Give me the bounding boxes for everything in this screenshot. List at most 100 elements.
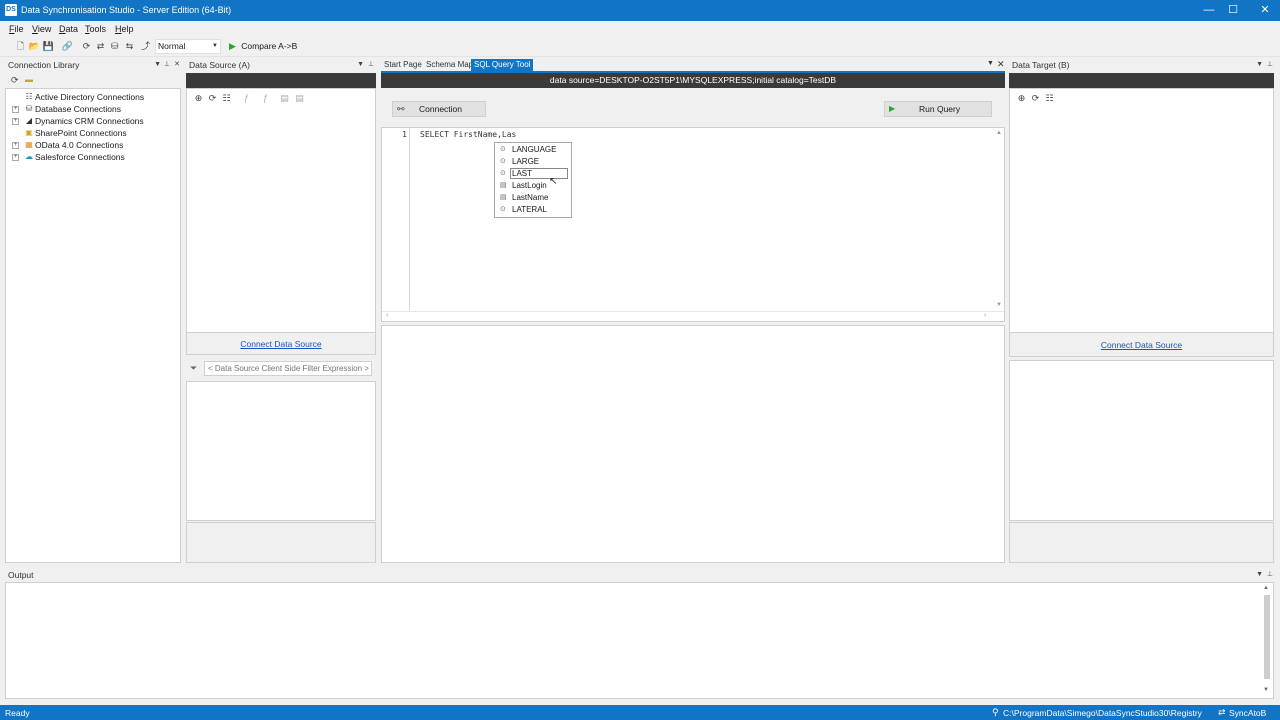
close-tab-icon[interactable]: ✕ — [997, 59, 1005, 70]
window-title: Data Synchronisation Studio - Server Edi… — [21, 5, 232, 15]
tab-sql-query-tool[interactable]: SQL Query Tool — [471, 59, 534, 71]
sync-direction[interactable]: SyncAtoB — [1229, 708, 1266, 718]
scroll-right-icon[interactable]: › — [984, 312, 986, 319]
output-header: Output ▼ ⊥ — [5, 569, 1274, 581]
pin-icon[interactable]: ⊥ — [368, 59, 374, 71]
connect-icon[interactable]: ⊕ — [192, 92, 205, 105]
mouse-cursor-icon: ↖ — [549, 176, 558, 187]
autocomplete-item-selected[interactable]: ⊙ LAST — [495, 168, 571, 180]
close-button[interactable]: ✕ — [1248, 0, 1280, 21]
new-icon[interactable]: 🗋 — [14, 40, 27, 53]
scroll-down-icon[interactable]: ▼ — [1263, 687, 1269, 693]
menu-view[interactable]: View — [32, 24, 51, 34]
panel-menu-icon[interactable]: ▼ — [1256, 569, 1263, 581]
lookup-icon[interactable]: ▤ — [278, 92, 291, 105]
toolbar: 🗋 📂 💾 🔗 ⟳ ⇄ ⛁ ⇆ ⤴ Normal ▼ ▶ Compare A->… — [0, 37, 1280, 57]
open-icon[interactable]: 📂 — [28, 40, 41, 53]
scroll-left-icon[interactable]: ‹ — [386, 312, 388, 319]
connection-string-bar: data source=DESKTOP-O2ST5P1\MYSQLEXPRESS… — [381, 73, 1005, 88]
autocomplete-item[interactable]: ⊙ LARGE — [495, 156, 571, 168]
tab-menu-icon[interactable]: ▼ — [987, 60, 994, 67]
tree-item-database[interactable]: + ⛁ Database Connections — [6, 103, 180, 115]
data-source-footer — [186, 522, 376, 563]
refresh-icon[interactable]: ⟳ — [80, 40, 93, 53]
scroll-thumb[interactable] — [1264, 595, 1270, 679]
tree-item-label: Active Directory Connections — [35, 92, 145, 102]
mode-select[interactable]: Normal ▼ — [155, 39, 221, 54]
autocomplete-item[interactable]: ⊙ LANGUAGE — [495, 144, 571, 156]
sql-editor[interactable]: 1 SELECT FirstName,Las ⊙ LANGUAGE ⊙ LARGE … — [381, 127, 1005, 322]
tree-item-sharepoint[interactable]: ▣ SharePoint Connections — [6, 127, 180, 139]
scroll-up-icon[interactable]: ▲ — [996, 130, 1002, 136]
pin-icon[interactable]: ⊥ — [1267, 59, 1273, 71]
connect-data-target-link[interactable]: Connect Data Source — [1101, 340, 1182, 350]
connect-data-source-link[interactable]: Connect Data Source — [240, 339, 321, 349]
expand-icon[interactable]: + — [12, 106, 19, 113]
compare-icon[interactable]: ⇆ — [123, 40, 136, 53]
maximize-button[interactable]: ☐ — [1216, 0, 1250, 21]
data-target-bar — [1009, 73, 1274, 88]
schema-icon[interactable]: ☷ — [220, 92, 233, 105]
refresh-icon[interactable]: ⟳ — [206, 92, 219, 105]
autocomplete-label: LANGUAGE — [512, 145, 557, 154]
keyword-icon: ⊙ — [500, 170, 506, 177]
pin-icon[interactable]: ⊥ — [164, 59, 170, 71]
function-icon[interactable]: ƒ — [259, 92, 272, 105]
data-source-list — [186, 381, 376, 521]
output-scrollbar[interactable]: ▲ ▼ — [1262, 585, 1272, 696]
tree-item-dynamics[interactable]: + ◢ Dynamics CRM Connections — [6, 115, 180, 127]
tree-item-salesforce[interactable]: + ☁ Salesforce Connections — [6, 151, 180, 163]
folder-icon[interactable]: ▬ — [25, 75, 33, 84]
play-icon: ▶ — [889, 104, 896, 113]
autocomplete-item[interactable]: ⊙ LATERAL — [495, 204, 571, 216]
pin-icon[interactable]: ⊥ — [1267, 569, 1273, 581]
menu-tools[interactable]: Tools — [85, 24, 106, 34]
connect-icon[interactable]: ⊕ — [1015, 92, 1028, 105]
schema-icon[interactable]: ☷ — [1043, 92, 1056, 105]
scroll-up-icon[interactable]: ▲ — [1263, 585, 1269, 591]
save-icon[interactable]: 💾 — [42, 40, 55, 53]
link-icon[interactable]: 🔗 — [61, 40, 74, 53]
tab-start-page[interactable]: Start Page — [381, 59, 425, 71]
panel-menu-icon[interactable]: ▼ — [1256, 59, 1263, 71]
panel-menu-icon[interactable]: ▼ — [357, 59, 364, 71]
autocomplete-label: LastLogin — [512, 181, 547, 190]
chart-icon[interactable]: ⤴ — [139, 40, 152, 53]
data-target-list — [1009, 360, 1274, 521]
autocomplete-label: LATERAL — [512, 205, 547, 214]
output-title: Output — [8, 570, 34, 580]
keyword-icon: ⊙ — [500, 158, 506, 165]
query-text[interactable]: SELECT FirstName,Las — [420, 130, 516, 139]
vertical-scrollbar[interactable]: ▲ ▼ — [995, 130, 1004, 310]
sync-icon[interactable]: ⇄ — [94, 40, 107, 53]
expand-icon[interactable]: + — [12, 118, 19, 125]
menu-file[interactable]: File — [9, 24, 24, 34]
autocomplete-label: LARGE — [512, 157, 540, 166]
horizontal-scrollbar[interactable]: ‹ › — [382, 311, 1004, 321]
refresh-icon[interactable]: ⟳ — [1029, 92, 1042, 105]
tree-item-label: Dynamics CRM Connections — [35, 116, 144, 126]
tree-item-active-directory[interactable]: ☷ Active Directory Connections — [6, 91, 180, 103]
autocomplete-item[interactable]: ▤ LastName — [495, 192, 571, 204]
tab-schema-map[interactable]: Schema Map — [423, 59, 476, 71]
menu-help[interactable]: Help — [115, 24, 134, 34]
autocomplete-item[interactable]: ▤ LastLogin — [495, 180, 571, 192]
database-icon[interactable]: ⛁ — [108, 40, 121, 53]
expand-icon[interactable]: + — [12, 142, 19, 149]
close-icon[interactable]: ✕ — [174, 59, 180, 71]
menu-data[interactable]: Data — [59, 24, 78, 34]
play-icon: ▶ — [229, 41, 236, 51]
refresh-icon[interactable]: ⟳ — [11, 75, 19, 86]
function-icon[interactable]: ƒ — [240, 92, 253, 105]
panel-menu-icon[interactable]: ▼ — [154, 59, 161, 71]
connection-button[interactable]: ⚯ Connection — [392, 101, 486, 117]
tree-item-odata[interactable]: + ▦ OData 4.0 Connections — [6, 139, 180, 151]
scroll-down-icon[interactable]: ▼ — [996, 302, 1002, 308]
run-query-button[interactable]: ▶ Run Query — [884, 101, 992, 117]
lookup-icon[interactable]: ▤ — [293, 92, 306, 105]
filter-input[interactable] — [204, 361, 372, 376]
expand-icon[interactable]: + — [12, 154, 19, 161]
sync-icon: ⇄ — [1218, 707, 1226, 717]
compare-button[interactable]: ▶ Compare A->B — [229, 40, 297, 53]
registry-icon: ⚲ — [992, 707, 999, 717]
